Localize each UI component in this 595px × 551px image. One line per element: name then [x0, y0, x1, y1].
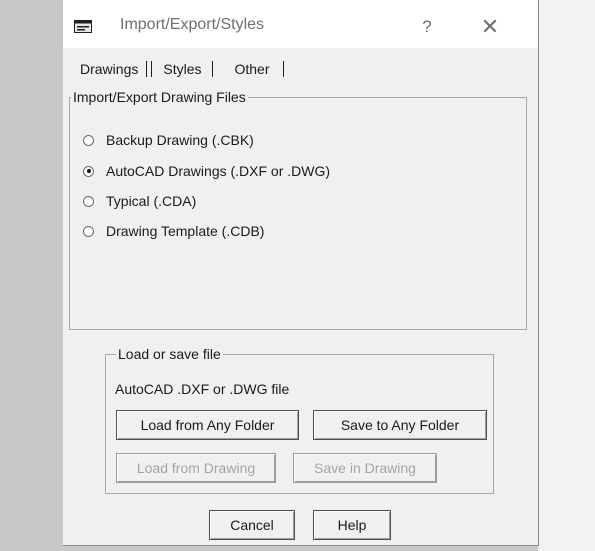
- radio-label: Typical (.CDA): [106, 193, 197, 209]
- radio-label: Drawing Template (.CDB): [106, 223, 265, 239]
- app-icon: [74, 20, 92, 33]
- load-from-drawing-button: Load from Drawing: [116, 453, 276, 483]
- cancel-button[interactable]: Cancel: [209, 510, 295, 540]
- radio-drawing-template[interactable]: Drawing Template (.CDB): [83, 221, 264, 241]
- save-to-any-folder-button[interactable]: Save to Any Folder: [313, 410, 487, 440]
- file-type-description: AutoCAD .DXF or .DWG file: [115, 381, 290, 397]
- title-bar: Import/Export/Styles ? ✕: [63, 0, 538, 48]
- radio-backup-drawing[interactable]: Backup Drawing (.CBK): [83, 130, 254, 150]
- tab-separator: [212, 61, 214, 77]
- import-export-group-legend: Import/Export Drawing Files: [71, 89, 248, 105]
- radio-label: Backup Drawing (.CBK): [106, 132, 254, 148]
- background-strip: [538, 0, 595, 551]
- radio-button[interactable]: [83, 134, 94, 146]
- radio-button-selected[interactable]: [83, 165, 94, 177]
- radio-autocad-drawings[interactable]: AutoCAD Drawings (.DXF or .DWG): [83, 161, 330, 181]
- window-title: Import/Export/Styles: [120, 16, 265, 33]
- tab-drawings[interactable]: Drawings: [75, 61, 143, 77]
- load-save-group-legend: Load or save file: [116, 346, 223, 362]
- help-button[interactable]: Help: [313, 510, 391, 540]
- tab-separator: [146, 61, 153, 77]
- radio-button[interactable]: [83, 225, 94, 237]
- tab-strip: Drawings Styles Other: [75, 58, 287, 80]
- tab-styles[interactable]: Styles: [158, 61, 206, 77]
- close-button[interactable]: ✕: [473, 12, 507, 42]
- radio-button[interactable]: [83, 195, 94, 207]
- tab-separator: [282, 61, 284, 77]
- save-in-drawing-button: Save in Drawing: [293, 453, 437, 483]
- tab-other[interactable]: Other: [229, 61, 274, 77]
- import-export-dialog: Import/Export/Styles ? ✕ Drawings Styles…: [63, 0, 539, 546]
- radio-label: AutoCAD Drawings (.DXF or .DWG): [106, 163, 331, 179]
- load-from-any-folder-button[interactable]: Load from Any Folder: [116, 410, 299, 440]
- help-question-button[interactable]: ?: [412, 12, 442, 42]
- radio-typical[interactable]: Typical (.CDA): [83, 191, 196, 211]
